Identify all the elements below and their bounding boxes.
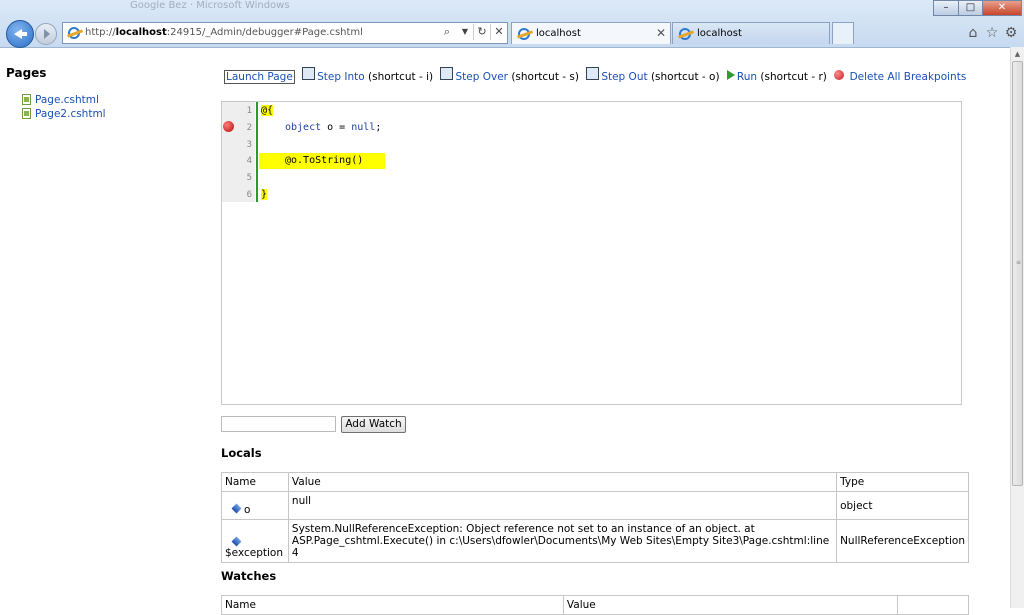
ie-tab-icon xyxy=(679,28,691,40)
window-title: Google Bez · Microsoft Windows xyxy=(130,0,290,11)
ie-tab-icon xyxy=(518,28,530,40)
debug-toolbar: Launch Page Step Into (shortcut - i) Ste… xyxy=(224,67,970,84)
header-value: Value xyxy=(287,472,838,492)
table-header-row: Name Value xyxy=(221,595,970,615)
close-window-button[interactable]: ✕ xyxy=(982,0,1022,16)
gear-icon[interactable]: ⚙ xyxy=(1003,25,1019,41)
scroll-thumb[interactable]: ≡ xyxy=(1012,61,1023,486)
header-value: Value xyxy=(562,595,898,615)
vertical-scrollbar[interactable]: ▲ ≡ xyxy=(1010,47,1024,608)
new-tab-button[interactable] xyxy=(832,22,854,44)
table-row[interactable]: $exception System.NullReferenceException… xyxy=(221,519,969,563)
tab-label: localhost xyxy=(697,28,742,39)
delete-breakpoints-button[interactable]: Delete All Breakpoints xyxy=(834,70,966,83)
local-value-cell: null xyxy=(287,491,838,520)
refresh-icon[interactable]: ↻ xyxy=(473,24,490,40)
code-line-2: object o = null; xyxy=(285,122,382,133)
local-type-cell: NullReferenceException xyxy=(836,519,969,563)
variable-icon xyxy=(231,536,242,547)
breakpoint-icon[interactable] xyxy=(223,121,234,132)
code-line-6: } xyxy=(261,189,268,200)
tab-label: localhost xyxy=(536,28,581,39)
browser-chrome: Google Bez · Microsoft Windows http://lo… xyxy=(0,0,1024,48)
ie-page-icon xyxy=(68,27,80,39)
gutter-divider xyxy=(256,102,258,202)
launch-page-link[interactable]: Launch Page xyxy=(224,70,295,84)
run-icon xyxy=(726,70,735,80)
tab-localhost[interactable]: localhost xyxy=(672,22,830,44)
step-into-button[interactable]: Step Into (shortcut - i) xyxy=(302,67,433,83)
step-into-icon xyxy=(302,67,316,80)
forward-button[interactable] xyxy=(35,23,57,45)
step-out-button[interactable]: Step Out (shortcut - o) xyxy=(586,67,720,83)
code-line-4: @o.ToString() xyxy=(285,155,364,166)
watches-heading: Watches xyxy=(221,569,277,583)
close-tab-icon[interactable]: ✕ xyxy=(656,26,666,40)
local-name-cell: o xyxy=(221,491,289,520)
page-link-page2[interactable]: Page2.cshtml xyxy=(22,108,106,120)
locals-table: Name Value Type o null object $exception… xyxy=(221,472,969,563)
address-url[interactable]: http://localhost:24915/_Admin/debugger#P… xyxy=(85,27,363,38)
add-watch-button[interactable]: Add Watch xyxy=(341,416,406,433)
local-name-cell: $exception xyxy=(221,519,289,563)
pages-heading: Pages xyxy=(6,66,47,80)
locals-heading: Locals xyxy=(221,446,262,460)
home-icon[interactable]: ⌂ xyxy=(965,25,981,41)
header-name: Name xyxy=(221,472,289,492)
dropdown-icon[interactable]: ▼ xyxy=(457,24,473,40)
grip-icon: ≡ xyxy=(1016,259,1022,266)
line-number: 5 xyxy=(246,173,252,183)
tab-localhost-active[interactable]: localhost ✕ xyxy=(511,22,671,44)
run-button[interactable]: Run (shortcut - r) xyxy=(726,70,827,83)
watch-expression-input[interactable] xyxy=(221,416,336,432)
line-number: 6 xyxy=(246,190,252,200)
breakpoint-pin-icon xyxy=(834,70,845,80)
step-over-button[interactable]: Step Over (shortcut - s) xyxy=(440,67,579,83)
header-name: Name xyxy=(221,595,564,615)
table-row[interactable]: o null object xyxy=(221,491,969,520)
stop-icon[interactable]: ✕ xyxy=(490,24,507,40)
minimize-button[interactable]: – xyxy=(933,0,959,16)
scroll-up-arrow-icon[interactable]: ▲ xyxy=(1011,47,1024,61)
step-out-icon xyxy=(586,67,600,80)
header-empty xyxy=(896,595,970,615)
header-type: Type xyxy=(836,472,969,492)
search-icon[interactable]: ⌕ xyxy=(439,24,455,40)
back-button[interactable] xyxy=(6,20,34,48)
line-number: 1 xyxy=(246,106,252,116)
line-number: 2 xyxy=(246,123,252,133)
page-link-page[interactable]: Page.cshtml xyxy=(22,94,99,106)
variable-icon xyxy=(231,503,242,514)
local-type-cell: object xyxy=(836,491,969,520)
line-number: 4 xyxy=(246,156,252,166)
file-icon xyxy=(22,108,31,119)
step-over-icon xyxy=(440,67,454,80)
maximize-button[interactable]: □ xyxy=(958,0,983,16)
table-header-row: Name Value Type xyxy=(221,472,969,492)
line-number: 3 xyxy=(246,140,252,150)
favorites-star-icon[interactable]: ☆ xyxy=(984,25,1000,41)
file-icon xyxy=(22,94,31,105)
watches-table: Name Value xyxy=(221,595,970,615)
code-line-1: @{ xyxy=(261,105,274,116)
local-value-cell: System.NullReferenceException: Object re… xyxy=(287,519,838,563)
address-bar[interactable]: http://localhost:24915/_Admin/debugger#P… xyxy=(62,22,508,44)
code-editor[interactable]: 1 2 3 4 5 6 @{ object o = null; @o.ToStr… xyxy=(221,101,962,405)
editor-gutter[interactable] xyxy=(222,102,255,202)
